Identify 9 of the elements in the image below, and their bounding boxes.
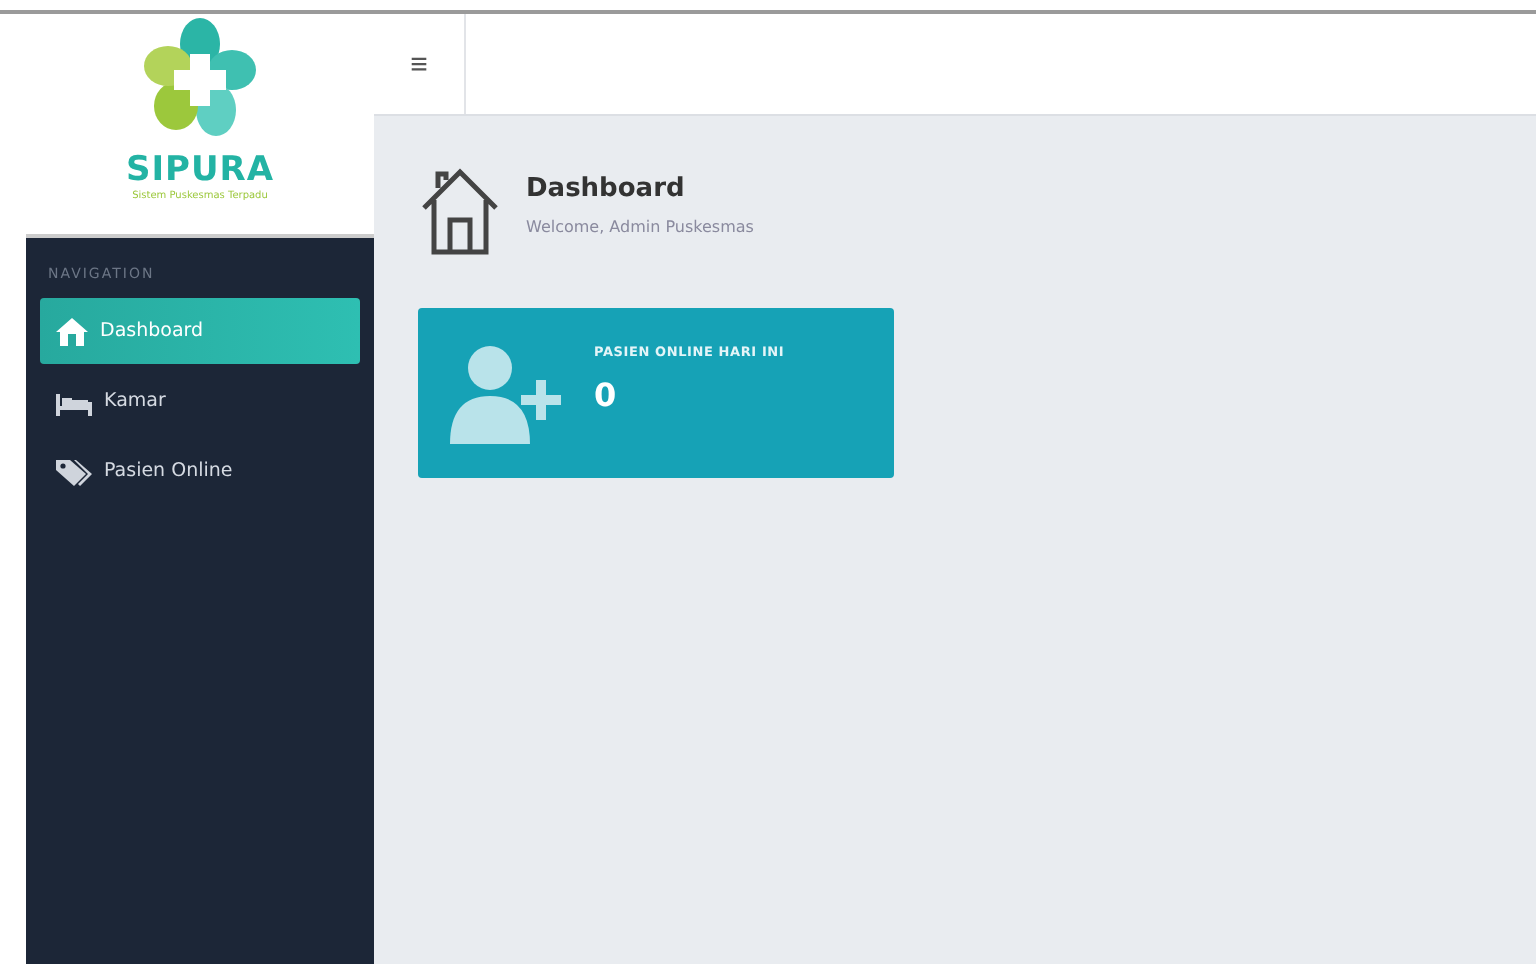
card-value: 0 — [594, 376, 619, 414]
sidebar-item[interactable]: Kamar — [40, 368, 360, 434]
brand-name: SIPURA — [125, 150, 275, 190]
house-icon — [418, 164, 502, 256]
page-subtitle: Welcome, Admin Puskesmas — [526, 218, 754, 236]
tag-icon — [56, 457, 92, 485]
page-title: Dashboard — [526, 174, 687, 204]
sidebar-item[interactable]: Pasien Online — [40, 438, 360, 504]
home-icon — [56, 317, 88, 345]
